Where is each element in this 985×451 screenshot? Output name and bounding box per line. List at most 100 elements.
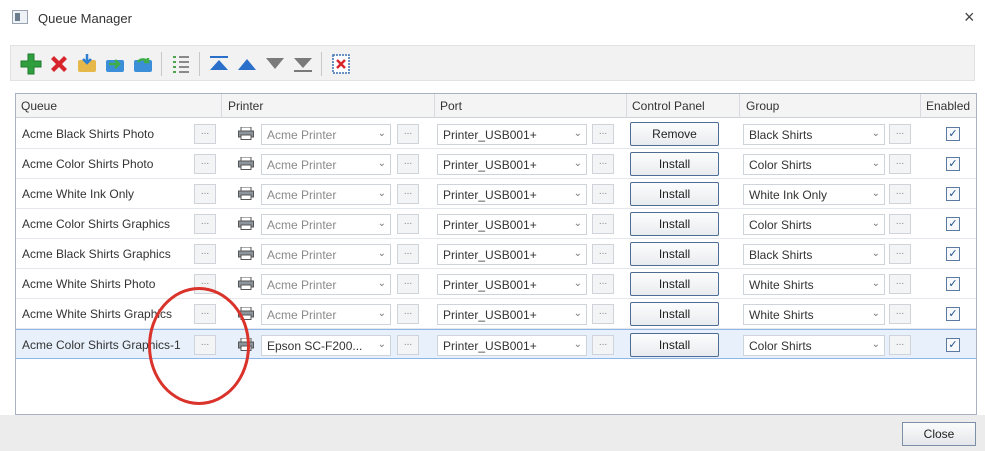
printer-browse-button[interactable]: ... [397, 274, 419, 294]
column-header-group[interactable]: Group [746, 99, 779, 113]
group-browse-button[interactable]: ... [889, 124, 911, 144]
enabled-checkbox[interactable]: ✓ [946, 187, 960, 201]
move-top-icon[interactable] [207, 52, 231, 76]
control-panel-button[interactable]: Install [630, 182, 719, 206]
chevron-down-icon: ⌄ [871, 218, 880, 229]
control-panel-button[interactable]: Remove [630, 122, 719, 146]
printer-dropdown[interactable]: Acme Printer ⌄ [261, 184, 391, 205]
move-bottom-icon[interactable] [291, 52, 315, 76]
group-value: Black Shirts [749, 248, 813, 262]
group-browse-button[interactable]: ... [889, 335, 911, 355]
group-browse-button[interactable]: ... [889, 154, 911, 174]
list-icon[interactable] [169, 52, 193, 76]
refresh-icon[interactable] [131, 52, 155, 76]
port-browse-button[interactable]: ... [592, 274, 614, 294]
port-browse-button[interactable]: ... [592, 244, 614, 264]
export-icon[interactable] [103, 52, 127, 76]
enabled-checkbox[interactable]: ✓ [946, 157, 960, 171]
port-dropdown[interactable]: Printer_USB001+ ⌄ [437, 304, 587, 325]
queue-browse-button[interactable]: ... [194, 154, 216, 174]
move-up-icon[interactable] [235, 52, 259, 76]
enabled-checkbox[interactable]: ✓ [946, 277, 960, 291]
control-panel-button[interactable]: Install [630, 302, 719, 326]
printer-browse-button[interactable]: ... [397, 214, 419, 234]
group-browse-button[interactable]: ... [889, 244, 911, 264]
move-down-icon[interactable] [263, 52, 287, 76]
printer-browse-button[interactable]: ... [397, 184, 419, 204]
port-dropdown[interactable]: Printer_USB001+ ⌄ [437, 154, 587, 175]
column-header-enabled[interactable]: Enabled [926, 99, 970, 113]
port-browse-button[interactable]: ... [592, 214, 614, 234]
printer-dropdown[interactable]: Acme Printer ⌄ [261, 304, 391, 325]
port-dropdown[interactable]: Printer_USB001+ ⌄ [437, 124, 587, 145]
printer-browse-button[interactable]: ... [397, 154, 419, 174]
table-row[interactable]: Acme Black Shirts Photo... Acme Printer ⌄.… [16, 119, 976, 149]
printer-dropdown[interactable]: Acme Printer ⌄ [261, 244, 391, 265]
port-browse-button[interactable]: ... [592, 154, 614, 174]
port-dropdown[interactable]: Printer_USB001+ ⌄ [437, 335, 587, 356]
enabled-checkbox[interactable]: ✓ [946, 338, 960, 352]
group-dropdown[interactable]: Black Shirts ⌄ [743, 244, 885, 265]
printer-browse-button[interactable]: ... [397, 335, 419, 355]
port-browse-button[interactable]: ... [592, 184, 614, 204]
enabled-checkbox[interactable]: ✓ [946, 247, 960, 261]
control-panel-button[interactable]: Install [630, 212, 719, 236]
enabled-checkbox[interactable]: ✓ [946, 217, 960, 231]
group-dropdown[interactable]: White Ink Only ⌄ [743, 184, 885, 205]
group-dropdown[interactable]: White Shirts ⌄ [743, 304, 885, 325]
table-row[interactable]: Acme Black Shirts Graphics... Acme Printe… [16, 239, 976, 269]
group-browse-button[interactable]: ... [889, 304, 911, 324]
port-browse-button[interactable]: ... [592, 335, 614, 355]
port-browse-button[interactable]: ... [592, 124, 614, 144]
group-dropdown[interactable]: White Shirts ⌄ [743, 274, 885, 295]
control-panel-button[interactable]: Install [630, 333, 719, 357]
printer-dropdown[interactable]: Acme Printer ⌄ [261, 274, 391, 295]
port-dropdown[interactable]: Printer_USB001+ ⌄ [437, 274, 587, 295]
delete-icon[interactable] [47, 52, 71, 76]
enabled-checkbox[interactable]: ✓ [946, 127, 960, 141]
group-dropdown[interactable]: Color Shirts ⌄ [743, 214, 885, 235]
group-browse-button[interactable]: ... [889, 184, 911, 204]
printer-dropdown[interactable]: Acme Printer ⌄ [261, 124, 391, 145]
table-row[interactable]: Acme White Shirts Photo... Acme Printer ⌄.… [16, 269, 976, 299]
queue-name: Acme Color Shirts Graphics [22, 217, 171, 231]
import-icon[interactable] [75, 52, 99, 76]
table-row[interactable]: Acme Color Shirts Graphics... Acme Printe… [16, 209, 976, 239]
control-panel-button[interactable]: Install [630, 152, 719, 176]
group-dropdown[interactable]: Color Shirts ⌄ [743, 154, 885, 175]
printer-browse-button[interactable]: ... [397, 304, 419, 324]
group-browse-button[interactable]: ... [889, 214, 911, 234]
control-panel-button[interactable]: Install [630, 242, 719, 266]
chevron-down-icon: ⌄ [573, 158, 582, 169]
printer-icon [238, 216, 254, 230]
window-close-button[interactable]: × [964, 8, 975, 26]
printer-dropdown[interactable]: Epson SC-F200... ⌄ [261, 335, 391, 356]
group-dropdown[interactable]: Black Shirts ⌄ [743, 124, 885, 145]
enabled-checkbox[interactable]: ✓ [946, 307, 960, 321]
control-panel-button[interactable]: Install [630, 272, 719, 296]
queue-browse-button[interactable]: ... [194, 124, 216, 144]
column-divider [434, 94, 435, 118]
add-icon[interactable] [19, 52, 43, 76]
printer-browse-button[interactable]: ... [397, 124, 419, 144]
printer-dropdown[interactable]: Acme Printer ⌄ [261, 214, 391, 235]
port-dropdown[interactable]: Printer_USB001+ ⌄ [437, 214, 587, 235]
column-header-control-panel[interactable]: Control Panel [632, 99, 705, 113]
port-browse-button[interactable]: ... [592, 304, 614, 324]
port-dropdown[interactable]: Printer_USB001+ ⌄ [437, 184, 587, 205]
table-row[interactable]: Acme Color Shirts Photo... Acme Printer ⌄.… [16, 149, 976, 179]
table-row[interactable]: Acme White Ink Only... Acme Printer ⌄... Pr… [16, 179, 976, 209]
group-dropdown[interactable]: Color Shirts ⌄ [743, 335, 885, 356]
port-dropdown[interactable]: Printer_USB001+ ⌄ [437, 244, 587, 265]
column-header-printer[interactable]: Printer [228, 99, 263, 113]
clear-icon[interactable] [329, 52, 353, 76]
close-button[interactable]: Close [902, 422, 976, 446]
group-browse-button[interactable]: ... [889, 274, 911, 294]
column-header-port[interactable]: Port [440, 99, 462, 113]
printer-dropdown[interactable]: Acme Printer ⌄ [261, 154, 391, 175]
printer-browse-button[interactable]: ... [397, 244, 419, 264]
column-header-queue[interactable]: Queue [21, 99, 57, 113]
queue-browse-button[interactable]: ... [194, 184, 216, 204]
queue-browse-button[interactable]: ... [194, 214, 216, 234]
queue-browse-button[interactable]: ... [194, 244, 216, 264]
